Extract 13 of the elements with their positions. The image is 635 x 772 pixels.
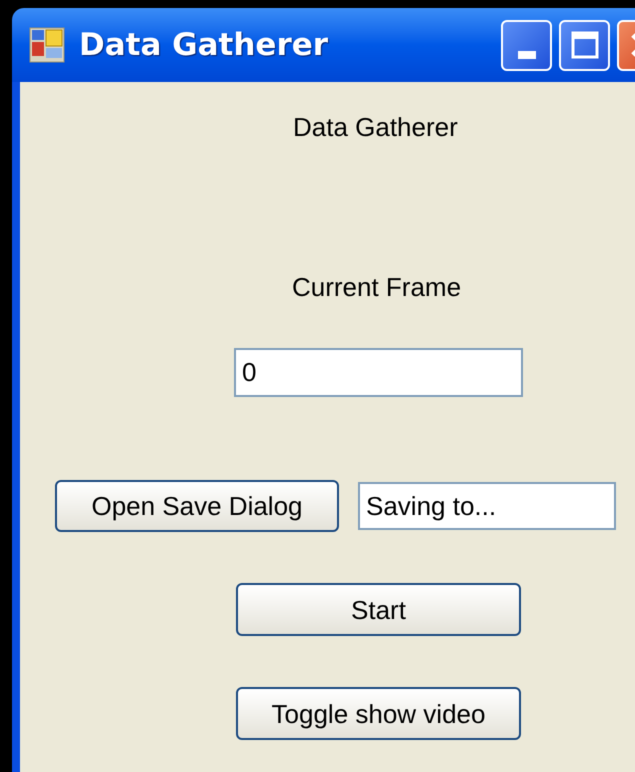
- start-button[interactable]: Start: [236, 583, 521, 636]
- window-title: Data Gatherer: [79, 26, 328, 65]
- minimize-icon: [518, 50, 536, 58]
- save-path-field[interactable]: Saving to...: [358, 482, 616, 530]
- minimize-button[interactable]: [501, 20, 552, 70]
- frame-field[interactable]: 0: [234, 348, 523, 397]
- heading-label: Data Gatherer: [293, 111, 458, 144]
- frame-label: Current Frame: [292, 271, 462, 304]
- open-save-dialog-button[interactable]: Open Save Dialog: [55, 480, 339, 532]
- maximize-button[interactable]: [559, 20, 610, 70]
- toggle-video-button[interactable]: Toggle show video: [236, 687, 521, 740]
- maximize-icon: [570, 31, 598, 59]
- app-icon: [29, 27, 65, 63]
